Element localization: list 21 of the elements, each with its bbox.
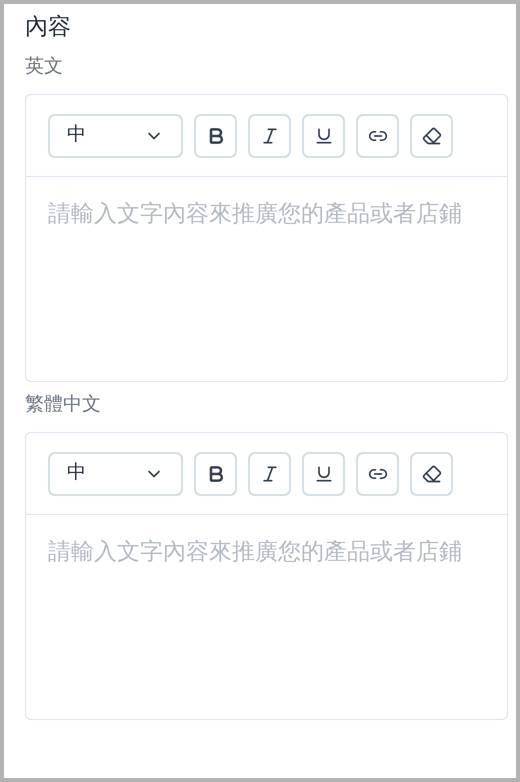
link-button[interactable] [356, 114, 399, 158]
italic-button[interactable] [248, 452, 291, 496]
bold-button[interactable] [194, 114, 237, 158]
eraser-icon [422, 126, 442, 146]
section-title: 內容 [25, 12, 72, 41]
link-button[interactable] [356, 452, 399, 496]
underline-button[interactable] [302, 114, 345, 158]
font-size-select[interactable]: 中 [48, 452, 183, 496]
rich-text-editor[interactable]: 中 請輸入文字內容來推廣您的產品或者店鋪 [25, 432, 508, 720]
field-label: 繁體中文 [25, 393, 102, 417]
bold-button[interactable] [194, 452, 237, 496]
eraser-button[interactable] [410, 114, 453, 158]
eraser-icon [422, 464, 442, 484]
underline-icon [314, 464, 334, 484]
font-size-select[interactable]: 中 [48, 114, 183, 158]
underline-button[interactable] [302, 452, 345, 496]
field-label: 英文 [25, 55, 64, 79]
rich-text-editor[interactable]: 中 請輸入文字內容來推廣您的產品或者店鋪 [25, 94, 508, 382]
italic-button[interactable] [248, 114, 291, 158]
underline-icon [314, 126, 334, 146]
eraser-button[interactable] [410, 452, 453, 496]
